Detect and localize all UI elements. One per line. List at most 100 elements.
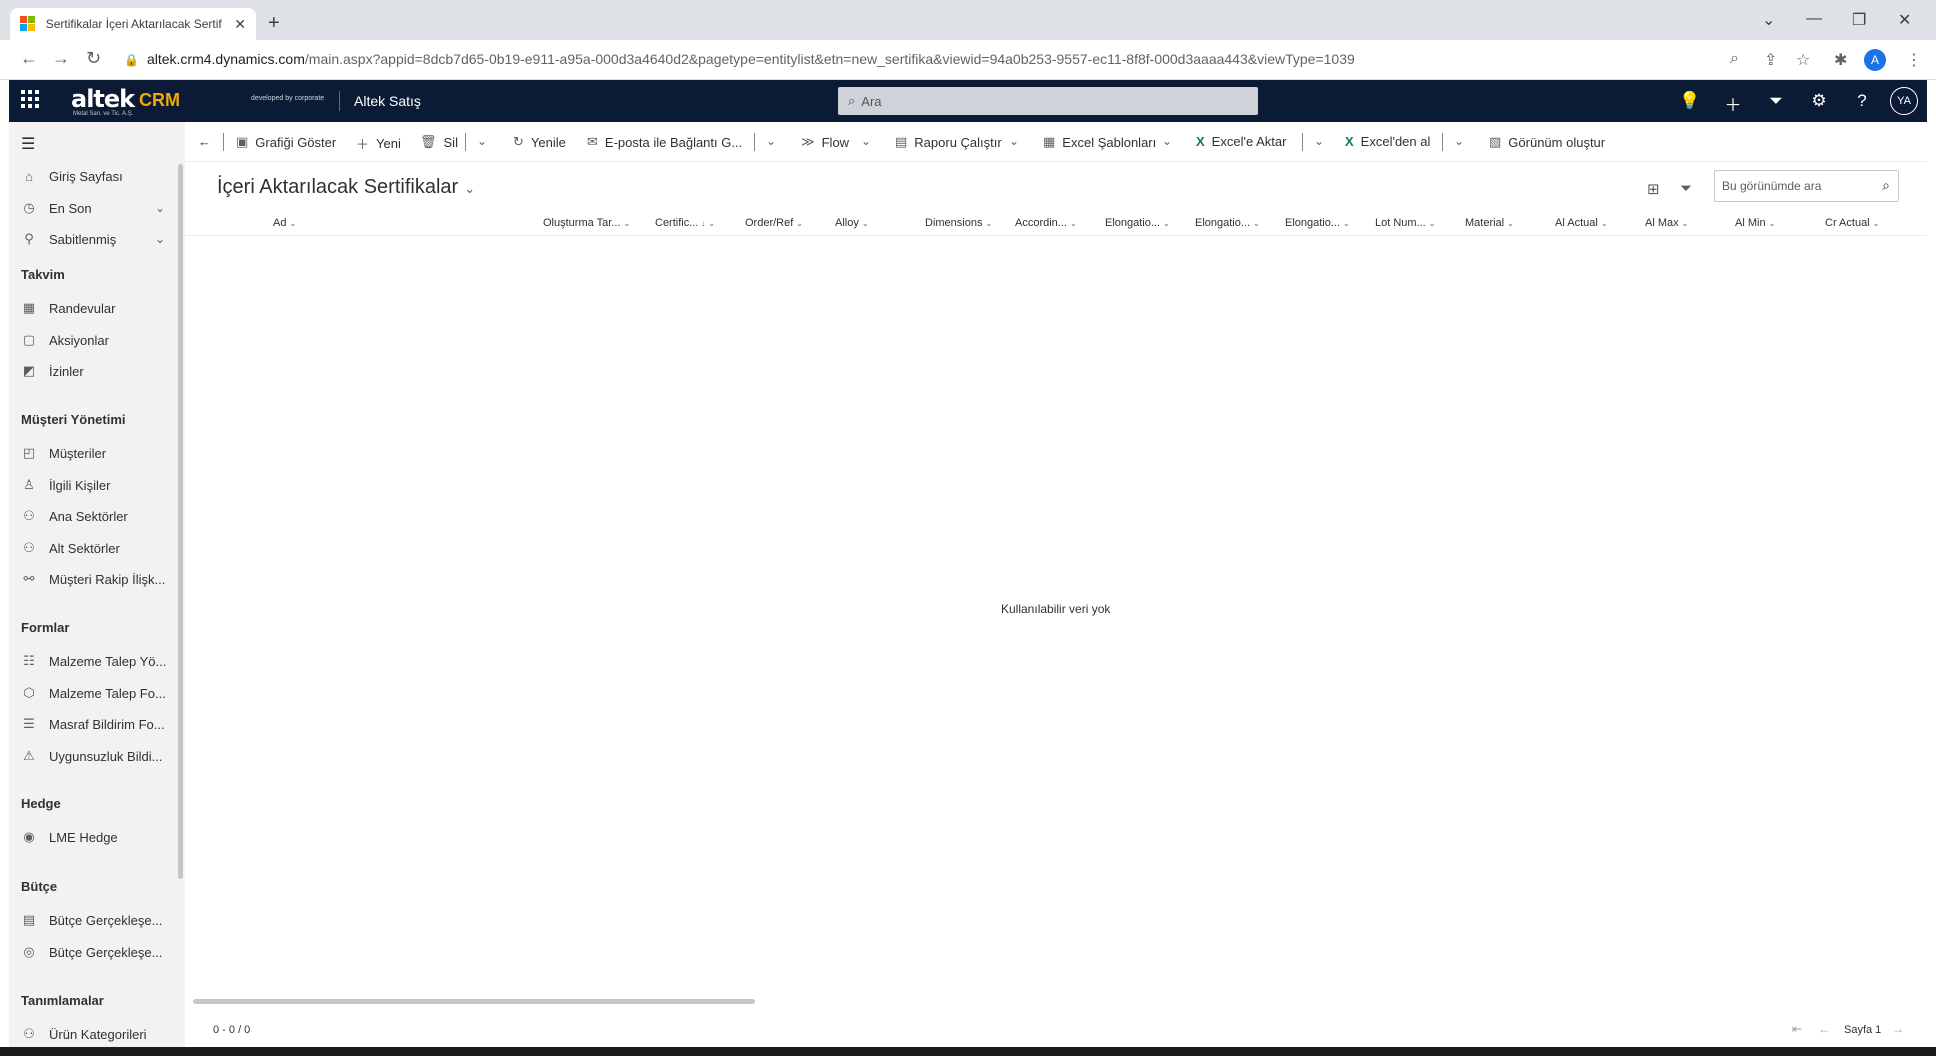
tab-search-icon[interactable]: ⌄ bbox=[1762, 10, 1775, 30]
plus-icon[interactable]: ＋ bbox=[1721, 91, 1745, 116]
search-icon[interactable]: ⌕ bbox=[1882, 177, 1890, 194]
import-excel-label: Excel'den al bbox=[1360, 134, 1431, 149]
sidebar-item-home[interactable]: ⌂ Giriş Sayfası bbox=[21, 166, 171, 186]
zoom-icon[interactable]: ⌕ bbox=[1730, 50, 1739, 68]
url-path: /main.aspx?appid=8dcb7d65-0b19-e911-a95a… bbox=[304, 51, 1355, 67]
browser-profile-avatar[interactable]: A bbox=[1864, 49, 1886, 71]
sidebar-item-label: Müşteriler bbox=[49, 445, 107, 461]
previous-page-icon[interactable]: ← bbox=[1818, 1022, 1830, 1036]
edit-columns-icon[interactable]: ⊞ bbox=[1647, 180, 1660, 198]
column-header-lot-number[interactable]: Lot Num... ⌄ bbox=[1375, 217, 1435, 229]
chevron-down-icon[interactable]: ⌄ bbox=[1454, 134, 1464, 148]
sidebar-item-budget-realization-2[interactable]: ◎ Bütçe Gerçekleşe... bbox=[21, 942, 171, 962]
column-header-al-actual[interactable]: Al Actual ⌄ bbox=[1555, 217, 1608, 229]
sidebar-item-budget-realization-1[interactable]: ▤ Bütçe Gerçekleşe... bbox=[21, 910, 171, 930]
chevron-down-icon[interactable]: ⌄ bbox=[766, 134, 776, 148]
column-header-order-ref[interactable]: Order/Ref ⌄ bbox=[745, 217, 803, 229]
horizontal-scrollbar[interactable] bbox=[193, 999, 755, 1004]
column-header-elongation-2[interactable]: Elongatio... ⌄ bbox=[1195, 217, 1260, 229]
first-page-icon[interactable]: ⇤ bbox=[1792, 1022, 1802, 1036]
column-header-cr-actual[interactable]: Cr Actual ⌄ bbox=[1825, 217, 1879, 229]
refresh-button[interactable]: ↻ Yenile bbox=[513, 134, 566, 150]
global-search-input[interactable]: ⌕ Ara bbox=[838, 87, 1258, 115]
close-window-icon[interactable]: ✕ bbox=[1898, 10, 1911, 30]
column-header-according[interactable]: Accordin... ⌄ bbox=[1015, 217, 1077, 229]
close-tab-icon[interactable]: ✕ bbox=[234, 16, 246, 33]
back-arrow-icon[interactable]: ← bbox=[198, 134, 211, 149]
chevron-down-icon[interactable]: ⌄ bbox=[861, 134, 871, 148]
sidebar-item-expense-form[interactable]: ☰ Masraf Bildirim Fo... bbox=[21, 714, 171, 734]
sidebar-item-recent[interactable]: ◷ En Son ⌄ bbox=[21, 198, 171, 218]
chevron-down-icon[interactable]: ⌄ bbox=[477, 134, 487, 148]
view-selector[interactable]: İçeri Aktarılacak Sertifikalar ⌄ bbox=[217, 176, 475, 199]
sidebar-scrollbar[interactable] bbox=[178, 164, 183, 879]
sidebar-item-nonconformity[interactable]: ⚠ Uygunsuzluk Bildi... bbox=[21, 746, 171, 766]
column-header-dimensions[interactable]: Dimensions ⌄ bbox=[925, 217, 992, 229]
sidebar-item-label: Ana Sektörler bbox=[49, 508, 128, 524]
extensions-icon[interactable]: ✱ bbox=[1834, 50, 1847, 70]
sidebar-item-competitor-relations[interactable]: ⚯ Müşteri Rakip İlişk... bbox=[21, 569, 171, 589]
sidebar-item-material-request-form[interactable]: ⬡ Malzeme Talep Fo... bbox=[21, 683, 171, 703]
column-header-ad[interactable]: Ad ⌄ bbox=[273, 217, 296, 229]
chevron-down-icon[interactable]: ⌄ bbox=[155, 201, 165, 215]
new-button[interactable]: ＋ Yeni bbox=[356, 134, 401, 153]
sidebar-item-material-request-management[interactable]: ☷ Malzeme Talep Yö... bbox=[21, 651, 171, 671]
column-header-al-max[interactable]: Al Max ⌄ bbox=[1645, 217, 1688, 229]
chevron-down-icon[interactable]: ⌄ bbox=[1162, 134, 1172, 148]
filter-icon[interactable]: ⏷ bbox=[1764, 91, 1788, 111]
hamburger-menu-icon[interactable]: ☰ bbox=[21, 134, 35, 154]
new-label: Yeni bbox=[376, 136, 401, 151]
sidebar-item-customers[interactable]: ◰ Müşteriler bbox=[21, 443, 171, 463]
flow-button[interactable]: ≫ Flow bbox=[801, 134, 849, 150]
column-header-al-min[interactable]: Al Min ⌄ bbox=[1735, 217, 1775, 229]
browser-tab[interactable]: Sertifikalar İçeri Aktarılacak Sertifika… bbox=[10, 8, 256, 40]
reload-icon[interactable]: ↻ bbox=[86, 48, 101, 69]
column-header-elongation-3[interactable]: Elongatio... ⌄ bbox=[1285, 217, 1350, 229]
email-link-button[interactable]: ✉ E-posta ile Bağlantı G... bbox=[587, 134, 742, 150]
share-icon[interactable]: ⇪ bbox=[1764, 50, 1777, 70]
back-icon[interactable]: ← bbox=[20, 48, 38, 69]
view-search-input[interactable]: Bu görünümde ara ⌕ bbox=[1714, 170, 1899, 202]
run-report-button[interactable]: ▤ Raporu Çalıştır bbox=[895, 134, 1002, 150]
new-tab-icon[interactable]: + bbox=[268, 12, 280, 35]
column-header-certificate[interactable]: Certific... ↓ ⌄ bbox=[655, 217, 715, 229]
show-chart-button[interactable]: ▣ Grafiği Göster bbox=[236, 134, 336, 150]
create-view-button[interactable]: ▧ Görünüm oluştur bbox=[1489, 134, 1605, 150]
column-header-created-on[interactable]: Oluşturma Tar... ⌄ bbox=[543, 217, 630, 229]
chevron-down-icon[interactable]: ⌄ bbox=[155, 232, 165, 246]
excel-templates-button[interactable]: ▦ Excel Şablonları bbox=[1043, 134, 1156, 150]
url-field[interactable]: 🔒 altek.crm4.dynamics.com/main.aspx?appid… bbox=[124, 51, 1355, 67]
app-launcher-icon[interactable] bbox=[21, 90, 39, 108]
settings-gear-icon[interactable]: ⚙ bbox=[1807, 91, 1831, 111]
next-page-icon[interactable]: → bbox=[1892, 1022, 1904, 1036]
bookmark-star-icon[interactable]: ☆ bbox=[1796, 50, 1810, 70]
import-excel-button[interactable]: X Excel'den al bbox=[1345, 134, 1430, 149]
forward-icon[interactable]: → bbox=[52, 48, 70, 69]
column-header-material[interactable]: Material ⌄ bbox=[1465, 217, 1514, 229]
help-icon[interactable]: ? bbox=[1850, 91, 1874, 111]
filter-icon[interactable]: ⏷ bbox=[1680, 180, 1692, 197]
lightbulb-icon[interactable]: 💡 bbox=[1678, 91, 1702, 111]
sidebar-group-title: Takvim bbox=[21, 267, 65, 282]
sidebar-item-main-sectors[interactable]: ⚇ Ana Sektörler bbox=[21, 506, 171, 526]
sidebar-item-appointments[interactable]: ▦ Randevular bbox=[21, 298, 171, 318]
sidebar-item-label: Bütçe Gerçekleşe... bbox=[49, 912, 163, 928]
sidebar-item-actions[interactable]: ▢ Aksiyonlar bbox=[21, 330, 171, 350]
delete-button[interactable]: 🗑 Sil bbox=[420, 134, 458, 150]
sidebar-item-lme-hedge[interactable]: ◉ LME Hedge bbox=[21, 827, 171, 847]
sidebar-item-sub-sectors[interactable]: ⚇ Alt Sektörler bbox=[21, 538, 171, 558]
column-header-alloy[interactable]: Alloy ⌄ bbox=[835, 217, 869, 229]
restore-icon[interactable]: ❐ bbox=[1852, 10, 1866, 30]
browser-menu-icon[interactable]: ⋮ bbox=[1906, 50, 1922, 70]
export-excel-button[interactable]: X Excel'e Aktar bbox=[1196, 134, 1286, 149]
minimize-icon[interactable]: — bbox=[1806, 10, 1822, 28]
sidebar-item-contacts[interactable]: ♙ İlgili Kişiler bbox=[21, 475, 171, 495]
sidebar-item-pinned[interactable]: ⚲ Sabitlenmiş ⌄ bbox=[21, 229, 171, 249]
app-name[interactable]: Altek Satış bbox=[354, 93, 421, 109]
chevron-down-icon[interactable]: ⌄ bbox=[1009, 134, 1019, 148]
user-avatar[interactable]: YA bbox=[1890, 87, 1918, 115]
sidebar-item-leaves[interactable]: ◩ İzinler bbox=[21, 361, 171, 381]
sidebar-item-product-categories[interactable]: ⚇ Ürün Kategorileri bbox=[21, 1024, 171, 1044]
column-header-elongation-1[interactable]: Elongatio... ⌄ bbox=[1105, 217, 1170, 229]
chevron-down-icon[interactable]: ⌄ bbox=[1314, 134, 1324, 148]
